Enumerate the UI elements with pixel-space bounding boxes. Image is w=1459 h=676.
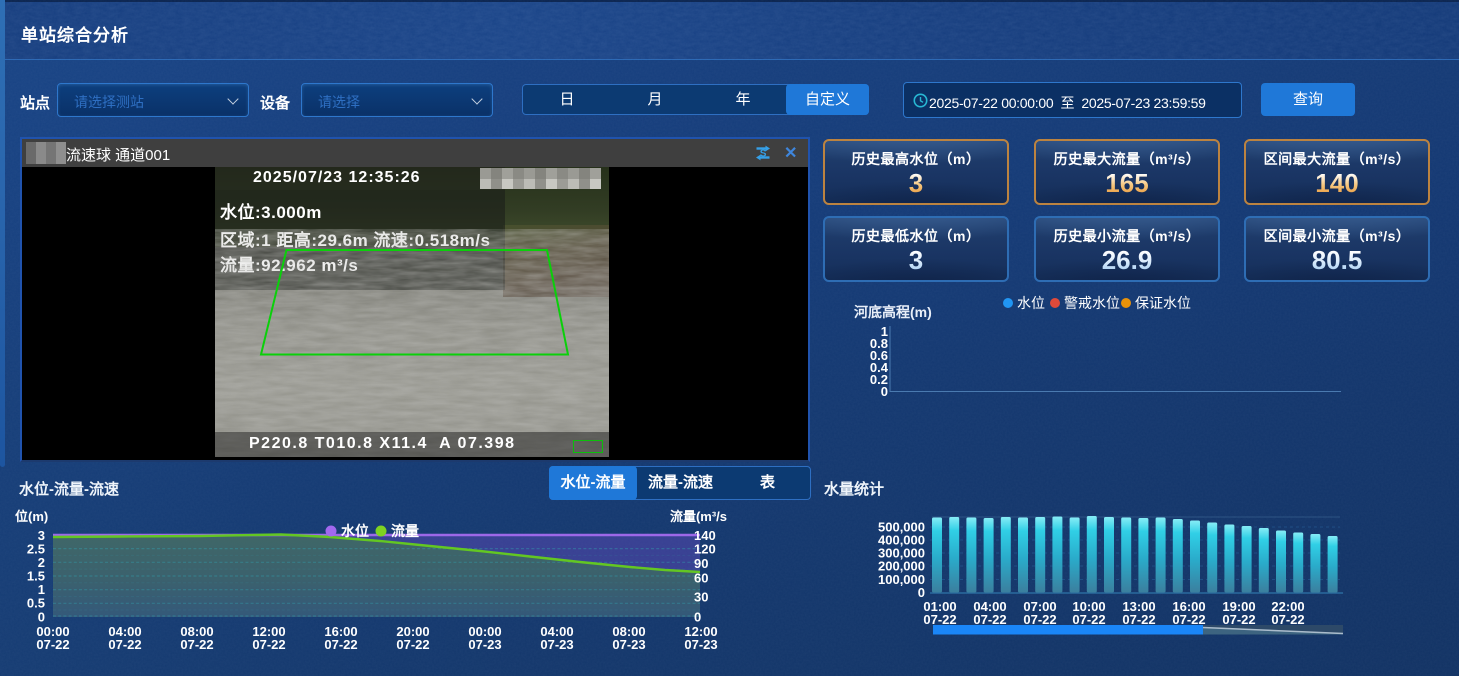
svg-text:水位: 水位 bbox=[341, 523, 369, 539]
svg-text:0: 0 bbox=[38, 610, 45, 625]
svg-text:流量: 流量 bbox=[391, 523, 419, 539]
svg-text:90: 90 bbox=[694, 556, 708, 571]
svg-text:07-22: 07-22 bbox=[180, 637, 213, 652]
svg-text:河底高程(m): 河底高程(m) bbox=[854, 304, 932, 320]
svg-text:07-22: 07-22 bbox=[396, 637, 429, 652]
svg-text:位(m): 位(m) bbox=[15, 509, 48, 524]
svg-text:07-23: 07-23 bbox=[612, 637, 645, 652]
svg-text:0: 0 bbox=[881, 384, 888, 399]
svg-text:07-23: 07-23 bbox=[540, 637, 573, 652]
svg-text:07-22: 07-22 bbox=[36, 637, 69, 652]
svg-text:07-22: 07-22 bbox=[1172, 612, 1205, 627]
svg-text:07-22: 07-22 bbox=[923, 612, 956, 627]
svg-text:07-22: 07-22 bbox=[108, 637, 141, 652]
svg-text:0: 0 bbox=[694, 610, 701, 625]
svg-text:07-23: 07-23 bbox=[684, 637, 717, 652]
svg-text:30: 30 bbox=[694, 590, 708, 605]
svg-text:60: 60 bbox=[694, 571, 708, 586]
svg-text:120: 120 bbox=[694, 542, 716, 557]
svg-text:警戒水位: 警戒水位 bbox=[1064, 295, 1120, 311]
svg-text:0.5: 0.5 bbox=[27, 596, 45, 611]
svg-text:保证水位: 保证水位 bbox=[1135, 295, 1191, 311]
svg-text:流量(m³/s: 流量(m³/s bbox=[670, 509, 727, 524]
svg-text:07-22: 07-22 bbox=[1222, 612, 1255, 627]
svg-text:07-22: 07-22 bbox=[1023, 612, 1056, 627]
svg-text:水位: 水位 bbox=[1017, 295, 1045, 311]
svg-text:07-22: 07-22 bbox=[1072, 612, 1105, 627]
svg-text:07-23: 07-23 bbox=[468, 637, 501, 652]
svg-text:07-22: 07-22 bbox=[1271, 612, 1304, 627]
svg-text:S: S bbox=[760, 149, 767, 160]
svg-text:0: 0 bbox=[918, 585, 925, 600]
svg-text:07-22: 07-22 bbox=[324, 637, 357, 652]
svg-text:07-22: 07-22 bbox=[252, 637, 285, 652]
svg-text:07-22: 07-22 bbox=[1122, 612, 1155, 627]
svg-text:07-22: 07-22 bbox=[973, 612, 1006, 627]
